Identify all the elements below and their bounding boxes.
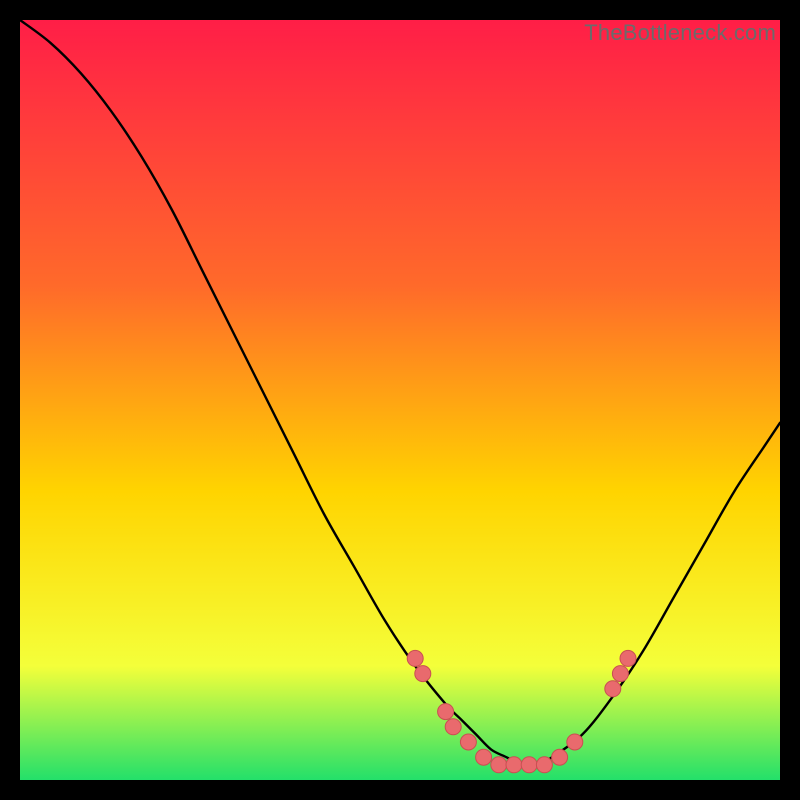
marker-point	[476, 749, 492, 765]
gradient-background	[20, 20, 780, 780]
marker-point	[521, 757, 537, 773]
marker-point	[612, 666, 628, 682]
marker-point	[460, 734, 476, 750]
chart-frame: TheBottleneck.com	[20, 20, 780, 780]
marker-point	[407, 650, 423, 666]
marker-point	[506, 757, 522, 773]
watermark-text: TheBottleneck.com	[584, 20, 776, 46]
marker-point	[445, 719, 461, 735]
marker-point	[415, 666, 431, 682]
marker-point	[552, 749, 568, 765]
plot-svg	[20, 20, 780, 780]
marker-point	[536, 757, 552, 773]
marker-point	[620, 650, 636, 666]
marker-point	[491, 757, 507, 773]
marker-point	[605, 681, 621, 697]
marker-point	[438, 704, 454, 720]
marker-point	[567, 734, 583, 750]
